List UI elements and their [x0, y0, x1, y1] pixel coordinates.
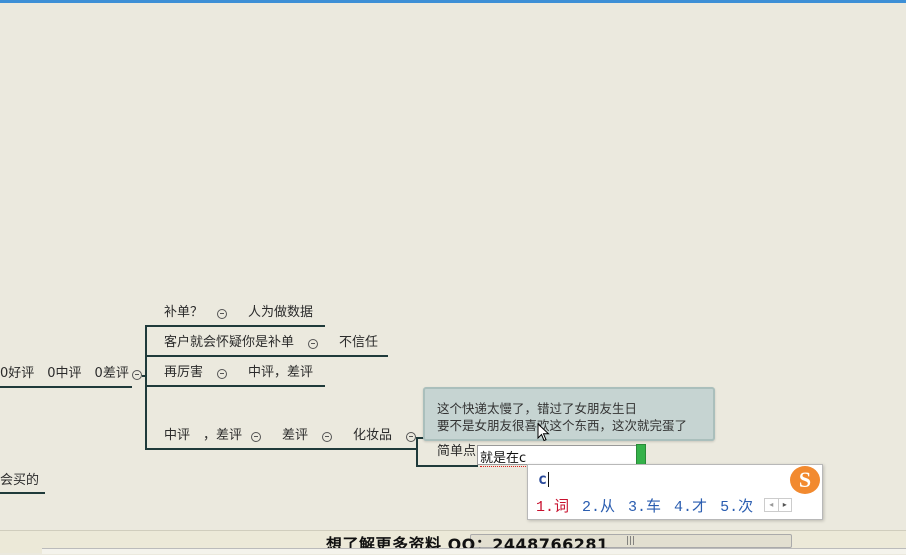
node-buxinren[interactable]: 不信任 [339, 335, 378, 351]
node-edit-text: 就是在c [480, 451, 527, 467]
branch-zhongping-collapse-icon[interactable] [251, 432, 261, 442]
branch-huaiyi-collapse-icon[interactable] [308, 339, 318, 349]
node-huazhuangpin[interactable]: 化妆品 [353, 428, 392, 444]
ime-prev-page-icon[interactable]: ◂ [765, 499, 778, 511]
status-strip [42, 548, 906, 554]
node-jiandandian-underline [416, 465, 478, 467]
mindmap-canvas[interactable]: 0好评 0中评 0差评 补单？ 人为做数据 客户就会怀疑你是补单 不信任 再厉害… [0, 3, 906, 530]
ime-composition-text: c [538, 470, 550, 488]
branch-buddan-label[interactable]: 补单？ [164, 305, 203, 321]
node-huimaide-underline [0, 492, 45, 494]
branch-zhongping-underline [145, 448, 417, 450]
node-huimaide[interactable]: 会买的 [0, 473, 39, 489]
ime-candidate-list: 1.词 2.从 3.车 4.才 5.次 [536, 495, 753, 516]
node-chaping-collapse-icon[interactable] [322, 432, 332, 442]
branch-jiandan-vline [416, 437, 418, 467]
ime-candidate-5[interactable]: 5.次 [720, 495, 753, 516]
branch-zailihai-underline [145, 385, 325, 387]
branch-buddan-collapse-icon[interactable] [217, 309, 227, 319]
node-edit-input[interactable]: 就是在c [477, 445, 637, 467]
tooltip-line-2: 要不是女朋友很喜欢这个东西，这次就完蛋了 [437, 418, 688, 433]
root-underline [0, 386, 132, 388]
ime-next-page-icon[interactable]: ▸ [777, 499, 792, 511]
root-node-text[interactable]: 0好评 0中评 0差评 [0, 366, 129, 382]
node-huazhuangpin-collapse-icon[interactable] [406, 432, 416, 442]
ime-page-nav: ◂ ▸ [764, 498, 792, 512]
ime-candidate-2[interactable]: 2.从 [582, 495, 615, 516]
scroll-grip-icon: ||| [626, 536, 636, 546]
edit-resize-handle[interactable] [636, 444, 646, 466]
sogou-logo-icon[interactable]: S [790, 466, 820, 494]
node-renwei-shuju[interactable]: 人为做数据 [248, 305, 313, 321]
ime-candidate-4[interactable]: 4.才 [674, 495, 707, 516]
root-collapse-icon[interactable] [132, 370, 142, 380]
mouse-pointer-icon [537, 423, 550, 442]
node-chaping[interactable]: 差评 [282, 428, 308, 444]
ime-candidate-window[interactable]: c S 1.词 2.从 3.车 4.才 5.次 ◂ ▸ [527, 464, 823, 520]
branch-zhongping-label[interactable]: 中评 ，差评 [164, 428, 242, 444]
ime-candidate-3[interactable]: 3.车 [628, 495, 661, 516]
branch-zailihai-label[interactable]: 再厉害 [164, 365, 203, 381]
branch-zailihai-collapse-icon[interactable] [217, 369, 227, 379]
branch-huaiyi-underline [145, 355, 388, 357]
node-zhongping-chaping[interactable]: 中评，差评 [248, 365, 313, 381]
branch-buddan-underline [145, 325, 325, 327]
node-jiandandian[interactable]: 简单点 [437, 444, 476, 460]
branch-huaiyi-label[interactable]: 客户就会怀疑你是补单 [164, 335, 294, 351]
ime-candidate-1[interactable]: 1.词 [536, 495, 569, 516]
node-note-tooltip: 这个快递太慢了，错过了女朋友生日 要不是女朋友很喜欢这个东西，这次就完蛋了 [423, 387, 715, 441]
bottom-bar: ||| 想了解更多资料 QQ：2448766281 [0, 530, 906, 554]
